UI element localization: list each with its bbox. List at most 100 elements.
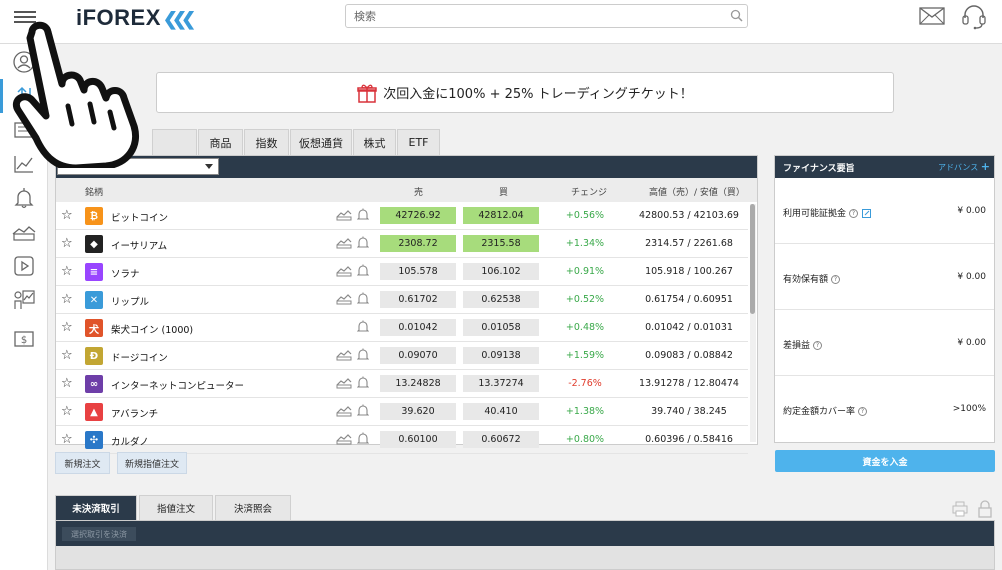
instrument-name[interactable]: イーサリアム [111, 238, 167, 252]
instrument-name[interactable]: カルダノ [111, 434, 149, 448]
bid-price[interactable]: 0.01042 [380, 319, 456, 336]
col-name[interactable]: 銘柄 [85, 185, 103, 198]
instrument-name[interactable]: ソラナ [111, 266, 140, 280]
signal-icon[interactable] [336, 377, 352, 389]
favorite-star-icon[interactable]: ☆ [61, 404, 73, 419]
search-box[interactable] [345, 4, 748, 28]
table-row[interactable]: ☆ ✣ カルダノ 0.60100 0.60672 +0.80% 0.60396 … [56, 426, 748, 454]
ask-price[interactable]: 106.102 [463, 263, 539, 280]
bid-price[interactable]: 0.60100 [380, 431, 456, 448]
help-icon[interactable]: ? [849, 209, 859, 218]
col-ask[interactable]: 買 [499, 185, 508, 198]
tab-open-trades[interactable]: 未決済取引 [55, 495, 137, 520]
bid-price[interactable]: 13.24828 [380, 375, 456, 392]
table-row[interactable]: ☆ ▲ アバランチ 39.620 40.410 +1.38% 39.740 / … [56, 398, 748, 426]
search-input[interactable] [354, 6, 724, 27]
bid-price[interactable]: 2308.72 [380, 235, 456, 252]
table-row[interactable]: ☆ Ð ドージコイン 0.09070 0.09138 +1.59% 0.0908… [56, 342, 748, 370]
help-icon[interactable]: ? [831, 275, 841, 284]
market-scrollbar[interactable] [750, 204, 756, 442]
bell-icon[interactable] [357, 404, 369, 418]
ask-price[interactable]: 0.01058 [463, 319, 539, 336]
bell-icon[interactable] [357, 236, 369, 250]
ask-price[interactable]: 0.09138 [463, 347, 539, 364]
signal-icon[interactable] [336, 293, 352, 305]
bell-icon[interactable] [357, 348, 369, 362]
sidebar-item-signals[interactable] [0, 215, 48, 249]
table-row[interactable]: ☆ ◆ イーサリアム 2308.72 2315.58 +1.34% 2314.5… [56, 230, 748, 258]
signal-icon[interactable] [336, 237, 352, 249]
tab-indices[interactable]: 指数 [244, 129, 289, 155]
advanced-link[interactable]: アドバンス + [938, 160, 990, 173]
bell-icon[interactable] [357, 208, 369, 222]
favorite-star-icon[interactable]: ☆ [61, 236, 73, 251]
bid-price[interactable]: 0.61702 [380, 291, 456, 308]
sidebar-item-deposit[interactable]: $ [0, 322, 48, 356]
tab-limit-orders[interactable]: 指値注文 [139, 495, 213, 520]
signal-icon[interactable] [336, 265, 352, 277]
instrument-name[interactable]: ビットコイン [111, 210, 168, 224]
instrument-name[interactable]: リップル [111, 294, 149, 308]
col-bid[interactable]: 売 [414, 185, 423, 198]
tab-commodities[interactable]: 商品 [198, 129, 243, 155]
deposit-button[interactable]: 資金を入金 [775, 450, 995, 472]
external-link-icon[interactable] [862, 209, 872, 218]
signal-icon[interactable] [336, 349, 352, 361]
sidebar-item-alerts[interactable] [0, 181, 48, 215]
favorite-star-icon[interactable]: ☆ [61, 432, 73, 447]
sidebar-item-analysis[interactable] [0, 283, 48, 317]
bell-icon[interactable] [357, 320, 369, 334]
ask-price[interactable]: 40.410 [463, 403, 539, 420]
help-icon[interactable]: ? [813, 341, 823, 350]
favorite-star-icon[interactable]: ☆ [61, 264, 73, 279]
signal-icon[interactable] [336, 405, 352, 417]
bid-price[interactable]: 0.09070 [380, 347, 456, 364]
search-icon[interactable] [730, 9, 743, 22]
bid-price[interactable]: 42726.92 [380, 207, 456, 224]
ask-price[interactable]: 13.37274 [463, 375, 539, 392]
bid-price[interactable]: 39.620 [380, 403, 456, 420]
close-selected-button[interactable]: 選択取引を決済 [62, 527, 136, 541]
tab-stocks[interactable]: 株式 [353, 129, 396, 155]
favorite-star-icon[interactable]: ☆ [61, 292, 73, 307]
instrument-name[interactable]: アバランチ [111, 406, 158, 420]
tab-crypto[interactable]: 仮想通貨 [290, 129, 352, 155]
table-row[interactable]: ☆ ≡ ソラナ 105.578 106.102 +0.91% 105.918 /… [56, 258, 748, 286]
tab-closed-trades[interactable]: 決済照会 [215, 495, 291, 520]
bid-price[interactable]: 105.578 [380, 263, 456, 280]
mail-icon[interactable] [919, 7, 945, 25]
print-icon[interactable] [952, 501, 968, 517]
tab-currency[interactable] [152, 129, 197, 155]
bell-icon[interactable] [357, 264, 369, 278]
help-icon[interactable]: ? [858, 407, 868, 416]
table-row[interactable]: ☆ 犬 柴犬コイン (1000) 0.01042 0.01058 +0.48% … [56, 314, 748, 342]
ask-price[interactable]: 2315.58 [463, 235, 539, 252]
table-row[interactable]: ☆ ✕ リップル 0.61702 0.62538 +0.52% 0.61754 … [56, 286, 748, 314]
signal-icon[interactable] [336, 433, 352, 445]
scrollbar-thumb[interactable] [750, 204, 755, 314]
tab-etf[interactable]: ETF [397, 129, 440, 155]
favorite-star-icon[interactable]: ☆ [61, 348, 73, 363]
bell-icon[interactable] [357, 292, 369, 306]
favorite-star-icon[interactable]: ☆ [61, 320, 73, 335]
bell-icon[interactable] [357, 432, 369, 446]
instrument-name[interactable]: 柴犬コイン (1000) [111, 322, 193, 336]
bell-icon[interactable] [357, 376, 369, 390]
favorite-star-icon[interactable]: ☆ [61, 376, 73, 391]
new-order-button[interactable]: 新規注文 [55, 452, 110, 474]
col-change[interactable]: チェンジ [571, 185, 607, 198]
ask-price[interactable]: 42812.04 [463, 207, 539, 224]
sidebar-item-video[interactable] [0, 249, 48, 283]
new-limit-order-button[interactable]: 新規指値注文 [117, 452, 187, 474]
promo-banner[interactable]: 次回入金に100% + 25% トレーディングチケット！ [156, 72, 894, 113]
col-highlow[interactable]: 高値（売）/ 安値（買） [649, 185, 745, 198]
headset-icon[interactable] [962, 4, 986, 30]
favorite-star-icon[interactable]: ☆ [61, 208, 73, 223]
table-row[interactable]: ☆ ∞ インターネットコンピューター 13.24828 13.37274 -2.… [56, 370, 748, 398]
instrument-name[interactable]: ドージコイン [111, 350, 168, 364]
lock-icon[interactable] [977, 500, 993, 518]
instrument-name[interactable]: インターネットコンピューター [111, 378, 244, 392]
ask-price[interactable]: 0.60672 [463, 431, 539, 448]
signal-icon[interactable] [336, 209, 352, 221]
table-row[interactable]: ☆ ₿ ビットコイン 42726.92 42812.04 +0.56% 4280… [56, 202, 748, 230]
